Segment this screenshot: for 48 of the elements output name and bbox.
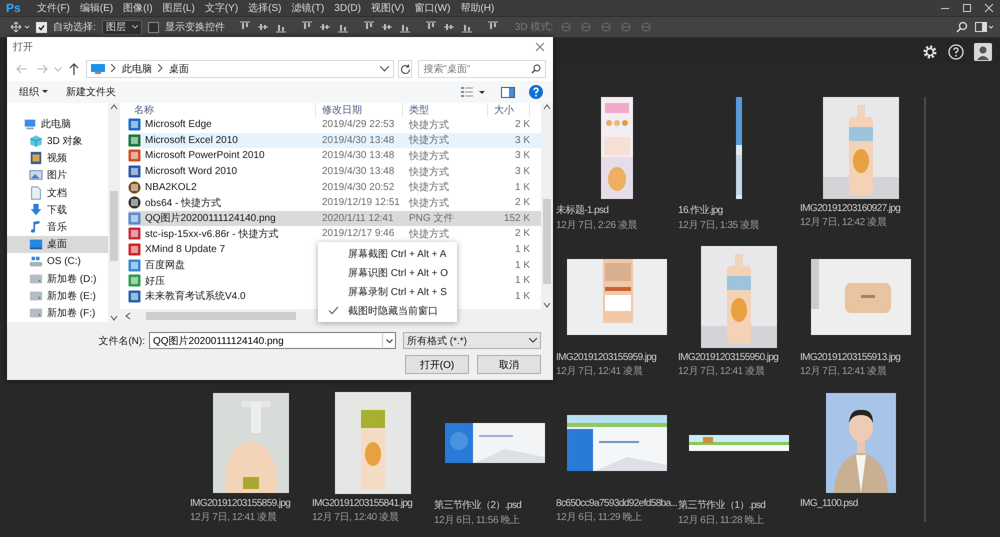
- file-date: 12月 7日, 12:41 凌晨: [800, 364, 886, 378]
- file-type: 快捷方式: [409, 166, 449, 178]
- file-date: 12月 7日, 2:26 凌晨: [556, 218, 638, 232]
- file-size: 3 K: [514, 150, 530, 162]
- modified-date: 2019/4/30 13:48: [322, 150, 394, 162]
- show-transform-label: 显示变换控件: [164, 20, 225, 34]
- menu-label: 屏幕截图 Ctrl + Alt + A: [348, 248, 446, 260]
- file-size: 1 K: [514, 290, 530, 302]
- menu-label: 截图时隐藏当前窗口: [348, 304, 438, 318]
- file-size: 2 K: [514, 119, 530, 130]
- file-size: 1 K: [514, 182, 530, 193]
- file-date: 12月 7日, 12:42 凌晨: [800, 216, 886, 229]
- file-size: 3 K: [514, 134, 530, 146]
- file-size: 2 K: [514, 228, 530, 240]
- file-date: 12月 7日, 12:41 凌晨: [556, 364, 642, 378]
- modified-date: 2019/12/19 12:51: [322, 197, 400, 208]
- file-date: 12月 7日, 12:40 凌晨: [312, 510, 398, 524]
- menu-label: 屏幕录制 Ctrl + Alt + S: [348, 286, 447, 298]
- file-date: 12月 7日, 12:41 凌晨: [678, 364, 764, 378]
- file-type: 快捷方式: [409, 135, 449, 146]
- file-type: 快捷方式: [409, 182, 449, 194]
- modified-date: 2019/4/29 22:53: [322, 119, 394, 130]
- file-date: 12月 7日, 1:35 凌晨: [678, 218, 760, 232]
- file-size: 1 K: [514, 244, 530, 256]
- modified-date: 2020/1/11 12:41: [322, 212, 394, 224]
- modified-date: 2019/4/30 13:48: [322, 166, 394, 178]
- file-date: 12月 6日, 11:56 晚上: [434, 514, 520, 527]
- file-type: 快捷方式: [409, 150, 449, 162]
- modified-date: 2019/4/30 13:48: [322, 134, 394, 146]
- auto-select-label: 自动选择:: [53, 20, 96, 34]
- file-size: 1 K: [514, 275, 530, 286]
- file-type: PNG 文件: [409, 213, 454, 224]
- menu-label: 屏幕识图 Ctrl + Alt + O: [348, 266, 448, 280]
- file-size: 3 K: [514, 166, 530, 178]
- file-date: 12月 6日, 11:28 晚上: [678, 514, 764, 527]
- file-size: 1 K: [514, 260, 530, 271]
- file-name-label: 文件名(N):: [98, 334, 145, 348]
- modified-date: 2019/12/17 9:46: [322, 228, 394, 240]
- file-type: 快捷方式: [409, 120, 449, 131]
- file-type: 快捷方式: [409, 228, 449, 240]
- file-date: 12月 6日, 11:29 晚上: [556, 510, 642, 524]
- file-size: 152 K: [502, 212, 530, 224]
- dialog-title: 打开: [13, 40, 33, 54]
- modified-date: 2019/4/30 20:52: [322, 182, 394, 193]
- file-type: 快捷方式: [409, 198, 449, 209]
- file-size: 2 K: [514, 197, 530, 208]
- file-date: 12月 7日, 12:41 凌晨: [190, 510, 276, 524]
- 3d-mode-label: 3D 模式:: [514, 20, 554, 34]
